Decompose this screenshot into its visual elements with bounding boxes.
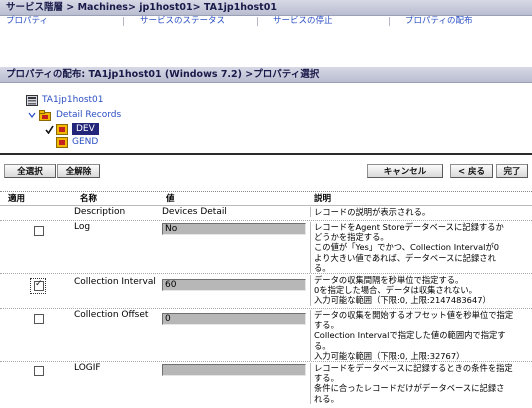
property-description: レコードの説明が表示される。: [310, 207, 532, 218]
nav-link-service-status[interactable]: サービスのステータス: [140, 16, 225, 26]
nav-separator: [257, 17, 258, 26]
tree-node-gend-label: GEND: [72, 137, 99, 147]
apply-checkbox[interactable]: [34, 314, 44, 324]
table-row: Collection Offset 0 データの収集を開始するオフセット値を秒単…: [0, 309, 532, 362]
apply-checkbox[interactable]: [34, 366, 44, 376]
property-table: 適用 名称 値 説明 Description Devices Detail レコ…: [0, 191, 532, 408]
tree-node-dev-label: DEV: [72, 123, 99, 135]
property-value-field[interactable]: [162, 364, 306, 376]
nav-separator: [389, 17, 390, 26]
description-line: れる。: [314, 393, 339, 404]
col-header-apply: 適用: [8, 194, 26, 204]
tree-node-detail-records[interactable]: Detail Records: [28, 109, 121, 121]
property-description: レコードをAgent Storeデータベースに記録するか どうかを指定する。 こ…: [310, 222, 532, 274]
tree-node-gend[interactable]: GEND: [56, 136, 98, 148]
record-icon: [56, 123, 68, 135]
back-button[interactable]: < 戻る: [450, 164, 493, 178]
col-header-value: 値: [166, 194, 175, 204]
description-line: データの収集間隔を秒単位で指定する。: [314, 275, 464, 285]
property-value: Devices Detail: [162, 207, 227, 217]
folder-records-icon: [39, 109, 51, 121]
chevron-down-icon[interactable]: [28, 111, 36, 119]
col-header-description: 説明: [314, 194, 332, 204]
finish-button[interactable]: 完了: [496, 164, 528, 178]
property-value-field[interactable]: No: [162, 223, 306, 235]
description-line: データの収集を開始するオフセット値を秒単位で指定: [314, 310, 514, 320]
nav-separator: [123, 17, 124, 26]
divider: [0, 153, 532, 155]
property-name: Log: [74, 222, 91, 232]
description-line: する。: [314, 373, 339, 384]
deselect-all-button[interactable]: 全解除: [57, 164, 100, 178]
property-tree: TA1jp1host01 Detail Records DEV GEND: [0, 92, 532, 152]
description-line: レコードをデータベースに記録するときの条件を指定: [314, 363, 513, 373]
description-line: る。: [314, 340, 331, 351]
table-row: LOGIF レコードをデータベースに記録するときの条件を指定 する。 条件に合っ…: [0, 362, 532, 406]
property-name: Collection Offset: [74, 310, 149, 320]
record-icon: [56, 136, 68, 148]
description-line: する。: [314, 320, 339, 331]
select-all-button[interactable]: 全選択: [4, 164, 56, 178]
cancel-button[interactable]: キャンセル: [367, 164, 443, 178]
nav-link-properties[interactable]: プロパティ: [6, 16, 48, 26]
description-line: 入力可能な範囲（下限:0, 上限:32767）: [314, 350, 465, 361]
tree-node-detail-records-label: Detail Records: [56, 110, 122, 120]
description-line: より大きい値であれば、データベースに記録され: [314, 252, 496, 263]
property-description: データの収集を開始するオフセット値を秒単位で指定 する。 Collection …: [310, 310, 532, 362]
nav-link-stop-service[interactable]: サービスの停止: [273, 16, 333, 26]
description-line: 入力可能な範囲（下限:0, 上限:2147483647）: [314, 295, 491, 306]
breadcrumb: サービス階層 > Machines> jp1host01> TA1jp1host…: [6, 2, 277, 13]
description-line: Collection Intervalで指定した値の範囲内で指定す: [314, 330, 506, 341]
description-line: レコードをAgent Storeデータベースに記録するか: [314, 222, 504, 232]
property-value-field[interactable]: 0: [162, 313, 306, 325]
col-header-name: 名称: [80, 194, 98, 204]
tree-node-root[interactable]: TA1jp1host01: [26, 94, 104, 106]
property-description: レコードをデータベースに記録するときの条件を指定 する。 条件に合ったレコードだ…: [310, 363, 532, 404]
description-line: どうかを指定する。: [314, 232, 389, 243]
checkmark-icon: [45, 125, 54, 134]
description-line: る。: [314, 262, 331, 273]
description-line: レコードの説明が表示される。: [314, 207, 431, 217]
table-row: Collection Interval 60 データの収集間隔を秒単位で指定する…: [0, 274, 532, 309]
description-line: 条件に合ったレコードだけがデータベースに記録さ: [314, 383, 505, 394]
property-description: データの収集間隔を秒単位で指定する。 0を指定した場合、データは収集されない。 …: [310, 275, 532, 306]
tree-node-root-label: TA1jp1host01: [42, 95, 104, 105]
property-value-field[interactable]: 60: [162, 279, 306, 291]
apply-checkbox[interactable]: [34, 226, 44, 236]
table-row: Log No レコードをAgent Storeデータベースに記録するか どうかを…: [0, 221, 532, 274]
server-icon: [26, 94, 38, 106]
property-name: Description: [74, 207, 126, 217]
property-name: Collection Interval: [74, 277, 156, 287]
nav-link-distribute-properties[interactable]: プロパティの配布: [405, 16, 473, 26]
description-line: この値が「Yes」でかつ、Collection Intervalが0: [314, 242, 500, 253]
table-row: Description Devices Detail レコードの説明が表示される…: [0, 206, 532, 221]
section-title: プロパティの配布: TA1jp1host01 (Windows 7.2) >プロ…: [6, 69, 320, 80]
apply-checkbox[interactable]: [34, 279, 44, 291]
tree-node-dev[interactable]: DEV: [45, 123, 99, 135]
description-line: 0を指定した場合、データは収集されない。: [314, 285, 477, 296]
nav-links: プロパティ サービスのステータス サービスの停止 プロパティの配布: [0, 16, 532, 26]
breadcrumb-bar: サービス階層 > Machines> jp1host01> TA1jp1host…: [0, 0, 532, 16]
section-title-bar: プロパティの配布: TA1jp1host01 (Windows 7.2) >プロ…: [0, 67, 532, 83]
property-name: LOGIF: [74, 363, 101, 373]
